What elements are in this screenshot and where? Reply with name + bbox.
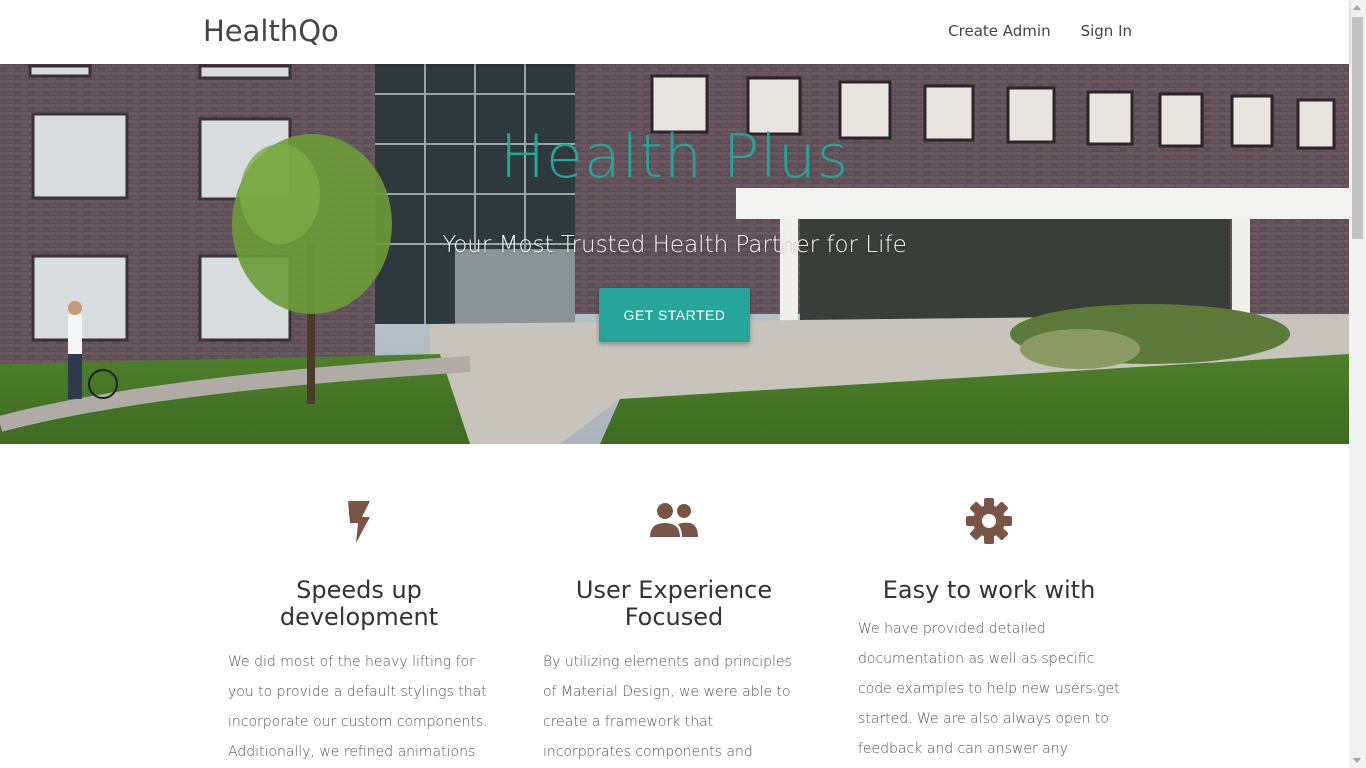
create-admin-link[interactable]: Create Admin: [948, 22, 1050, 40]
flash-icon: [348, 501, 370, 543]
hero-section: Health Plus Your Most Trusted Health Par…: [0, 64, 1349, 444]
navbar: HealthQo Create Admin Sign In: [0, 0, 1349, 64]
feature-user-experience: User Experience Focused By utilizing ele…: [543, 495, 805, 768]
hero-subtitle: Your Most Trusted Health Partner for Lif…: [442, 232, 907, 258]
feature-title: Speeds up development: [279, 576, 439, 631]
group-icon: [650, 503, 698, 537]
feature-speeds-up: Speeds up development We did most of the…: [228, 495, 490, 768]
scroll-down-icon[interactable]: [1353, 758, 1361, 763]
feature-title: User Experience Focused: [575, 576, 773, 631]
scroll-up-icon[interactable]: [1353, 5, 1361, 10]
page-scrollbar[interactable]: [1349, 0, 1366, 768]
feature-text: By utilizing elements and principles of …: [543, 654, 792, 760]
scroll-thumb[interactable]: [1352, 17, 1363, 239]
get-started-button[interactable]: GET STARTED: [599, 288, 750, 342]
brand-logo[interactable]: HealthQo: [203, 14, 339, 48]
sign-in-link[interactable]: Sign In: [1081, 22, 1132, 40]
nav-links: Create Admin Sign In: [948, 22, 1132, 40]
settings-icon: [966, 498, 1012, 544]
feature-text: We have provided detailed documentation …: [858, 621, 1120, 757]
feature-text: We did most of the heavy lifting for you…: [228, 654, 488, 760]
feature-title: Easy to work with: [882, 576, 1096, 604]
hero-title: Health Plus: [499, 122, 850, 192]
feature-easy-to-work: Easy to work with We have provided detai…: [858, 495, 1120, 768]
